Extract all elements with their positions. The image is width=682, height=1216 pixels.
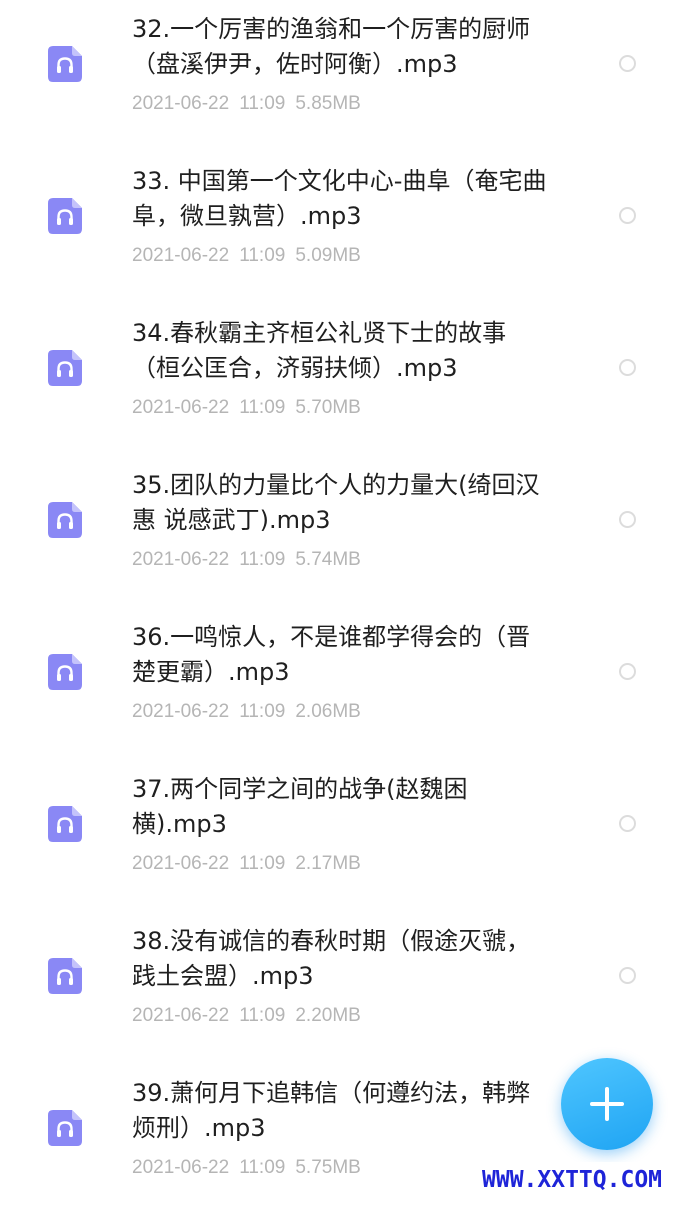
file-name-line-2: 践土会盟）.mp3 [132,962,314,990]
file-meta: 2021-06-22 11:09 5.70MB [132,395,371,421]
file-time: 11:09 [239,853,286,874]
file-name-line-2: （盘溪伊尹，佐时阿衡）.mp3 [132,50,458,78]
file-size: 2.06MB [295,701,361,722]
file-name-line-2: 阜，微旦孰营）.mp3 [132,202,362,230]
file-meta: 2021-06-22 11:09 2.06MB [132,699,371,725]
list-item[interactable]: 38.没有诚信的春秋时期（假途灭虢， 践土会盟）.mp3 2021-06-22 1… [0,912,682,1064]
list-item[interactable]: 35.团队的力量比个人的力量大(绮回汉 惠 说感武丁).mp3 2021-06-… [0,456,682,608]
audio-file-icon [48,198,82,234]
add-button[interactable] [561,1058,653,1150]
file-date: 2021-06-22 [132,1157,230,1178]
file-date: 2021-06-22 [132,245,230,266]
audio-file-icon [48,958,82,994]
file-name-line-2: （桓公匡合，济弱扶倾）.mp3 [132,354,458,382]
file-list: 32.一个厉害的渔翁和一个厉害的厨师 （盘溪伊尹，佐时阿衡）.mp3 2021-… [0,0,682,1200]
file-name-line-1: 38.没有诚信的春秋时期（假途灭虢， [132,927,531,955]
file-date: 2021-06-22 [132,93,230,114]
file-name-line-1: 39.萧何月下追韩信（何遵约法，韩弊 [132,1079,531,1107]
file-date: 2021-06-22 [132,853,230,874]
file-name-line-2: 惠 说感武丁).mp3 [132,506,331,534]
file-time: 11:09 [239,93,286,114]
file-size: 2.17MB [295,853,361,874]
file-meta: 2021-06-22 11:09 5.74MB [132,547,371,573]
list-item[interactable]: 33. 中国第一个文化中心-曲阜（奄宅曲 阜，微旦孰营）.mp3 2021-06… [0,152,682,304]
file-name-line-2: 横).mp3 [132,810,227,838]
select-radio[interactable] [619,55,636,72]
list-item[interactable]: 37.两个同学之间的战争(赵魏困 横).mp3 2021-06-22 11:09 2… [0,760,682,912]
file-meta: 2021-06-22 11:09 5.85MB [132,91,371,117]
file-name-line-2: 烦刑）.mp3 [132,1114,266,1142]
list-item[interactable]: 34.春秋霸主齐桓公礼贤下士的故事 （桓公匡合，济弱扶倾）.mp3 2021-0… [0,304,682,456]
file-size: 5.70MB [295,397,361,418]
file-size: 2.20MB [295,1005,361,1026]
file-date: 2021-06-22 [132,701,230,722]
audio-file-icon [48,654,82,690]
file-name-line-2: 楚更霸）.mp3 [132,658,290,686]
select-radio[interactable] [619,511,636,528]
audio-file-icon [48,806,82,842]
file-time: 11:09 [239,701,286,722]
audio-file-icon [48,502,82,538]
file-size: 5.74MB [295,549,361,570]
file-time: 11:09 [239,1005,286,1026]
file-size: 5.09MB [295,245,361,266]
select-radio[interactable] [619,359,636,376]
file-meta: 2021-06-22 11:09 2.20MB [132,1003,371,1029]
select-radio[interactable] [619,663,636,680]
file-name-line-1: 32.一个厉害的渔翁和一个厉害的厨师 [132,15,531,43]
site-watermark: WWW.XXTTQ.COM [482,1162,682,1198]
file-size: 5.85MB [295,93,361,114]
audio-file-icon [48,1110,82,1146]
file-date: 2021-06-22 [132,549,230,570]
select-radio[interactable] [619,815,636,832]
file-meta: 2021-06-22 11:09 5.75MB [132,1155,371,1181]
file-time: 11:09 [239,397,286,418]
file-meta: 2021-06-22 11:09 5.09MB [132,243,371,269]
file-name-line-1: 34.春秋霸主齐桓公礼贤下士的故事 [132,319,507,347]
file-meta: 2021-06-22 11:09 2.17MB [132,851,371,877]
file-time: 11:09 [239,549,286,570]
select-radio[interactable] [619,207,636,224]
file-time: 11:09 [239,245,286,266]
file-name-line-1: 35.团队的力量比个人的力量大(绮回汉 [132,471,540,499]
file-time: 11:09 [239,1157,286,1178]
file-size: 5.75MB [295,1157,361,1178]
file-name-line-1: 37.两个同学之间的战争(赵魏困 [132,775,468,803]
file-name-line-1: 33. 中国第一个文化中心-曲阜（奄宅曲 [132,167,547,195]
file-name-line-1: 36.一鸣惊人，不是谁都学得会的（晋 [132,623,531,651]
audio-file-icon [48,46,82,82]
list-item[interactable]: 32.一个厉害的渔翁和一个厉害的厨师 （盘溪伊尹，佐时阿衡）.mp3 2021-… [0,0,682,152]
audio-file-icon [48,350,82,386]
file-date: 2021-06-22 [132,397,230,418]
file-date: 2021-06-22 [132,1005,230,1026]
select-radio[interactable] [619,967,636,984]
list-item[interactable]: 36.一鸣惊人，不是谁都学得会的（晋 楚更霸）.mp3 2021-06-22 11… [0,608,682,760]
